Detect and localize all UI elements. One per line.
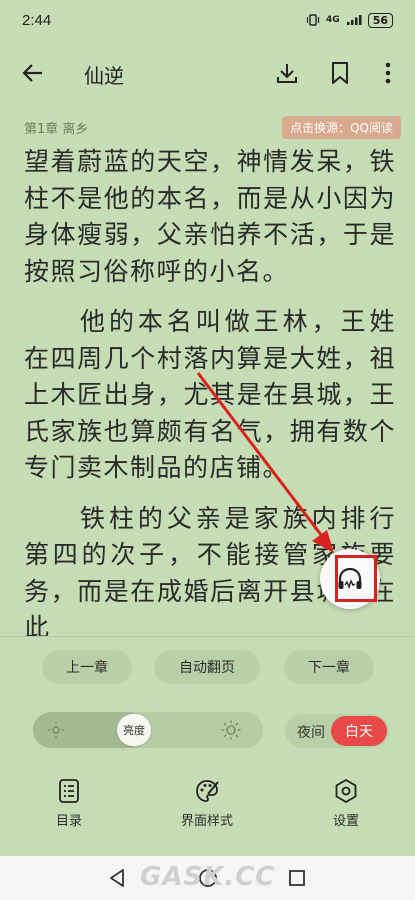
- watermark-logo: GASK.CC: [140, 862, 276, 892]
- settings-label: 设置: [332, 814, 359, 829]
- network-type: 4G: [326, 15, 340, 25]
- night-mode-option[interactable]: 夜间: [297, 722, 325, 742]
- brightness-low-icon: [48, 722, 64, 738]
- book-title: 仙逆: [84, 64, 124, 88]
- app-bar: 仙逆: [0, 40, 415, 106]
- style-nav-item[interactable]: 界面样式: [162, 778, 252, 834]
- status-bar: 2:44 4G 56: [0, 0, 415, 40]
- system-back-icon[interactable]: [108, 868, 128, 888]
- palette-icon: [196, 780, 219, 802]
- back-arrow-icon[interactable]: [20, 60, 46, 86]
- toc-nav-item[interactable]: 目录: [24, 778, 114, 834]
- next-chapter-button[interactable]: 下一章: [284, 650, 374, 684]
- brightness-high-icon: [221, 720, 241, 740]
- bookmark-icon[interactable]: [327, 60, 353, 86]
- day-mode-option[interactable]: 白天: [331, 716, 387, 746]
- toc-label: 目录: [55, 814, 82, 829]
- download-icon[interactable]: [274, 60, 300, 86]
- system-recents-icon[interactable]: [287, 868, 307, 888]
- toc-icon: [59, 779, 79, 803]
- prev-chapter-button[interactable]: 上一章: [42, 650, 132, 684]
- paragraph: 他的本名叫做王林，王姓在四周几个村落内算是大姓，祖上木匠出身，尤其是在县城，王氏…: [24, 307, 396, 482]
- change-source-button[interactable]: 点击换源：QQ阅读: [282, 116, 401, 139]
- auto-page-button[interactable]: 自动翻页: [154, 650, 260, 684]
- highlight-box: [335, 555, 377, 602]
- brightness-thumb[interactable]: 亮度: [117, 714, 151, 746]
- status-indicators: 4G 56: [306, 12, 393, 28]
- vibrate-icon: [306, 14, 320, 26]
- chapter-label: 第1章 离乡: [24, 122, 89, 137]
- paragraph: 望着蔚蓝的天空，神情发呆，铁柱不是他的本名，而是从小因为身体瘦弱，父亲怕养不活，…: [24, 147, 396, 286]
- status-time: 2:44: [22, 11, 52, 29]
- battery-indicator: 56: [367, 12, 393, 28]
- signal-icon: [346, 15, 362, 25]
- style-label: 界面样式: [180, 814, 233, 829]
- more-vertical-icon[interactable]: [376, 60, 400, 86]
- day-night-toggle[interactable]: 夜间 白天: [285, 714, 389, 748]
- settings-icon: [335, 779, 357, 803]
- brightness-slider[interactable]: 亮度: [33, 712, 263, 748]
- settings-nav-item[interactable]: 设置: [301, 778, 391, 834]
